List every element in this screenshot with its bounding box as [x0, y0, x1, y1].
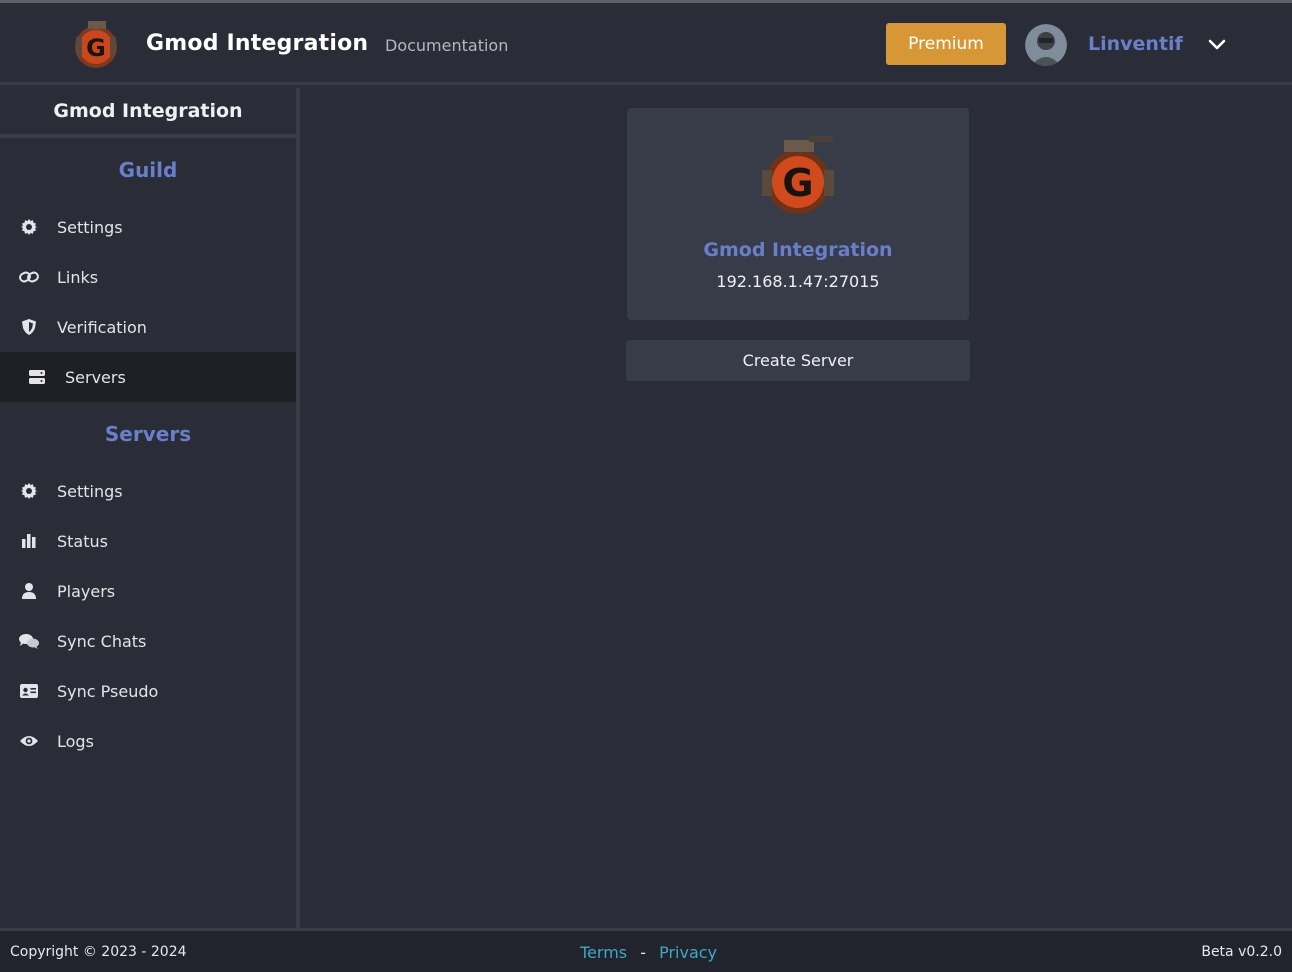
chat-icon	[18, 630, 40, 652]
guild-heading: Guild	[118, 158, 178, 182]
sidebar-item-sync-chats[interactable]: Sync Chats	[0, 616, 296, 666]
server-name: Gmod Integration	[703, 239, 893, 261]
version-label: Beta v0.2.0	[1201, 944, 1282, 960]
bar-chart-icon	[18, 530, 40, 552]
sidebar: Gmod Integration Guild Settings Links Ve…	[0, 88, 300, 928]
sidebar-item-server-settings[interactable]: Settings	[0, 466, 296, 516]
footer-links: Terms - Privacy	[580, 943, 717, 962]
sidebar-item-links[interactable]: Links	[0, 252, 296, 302]
server-icon	[26, 366, 48, 388]
premium-button[interactable]: Premium	[886, 23, 1006, 65]
link-icon	[18, 266, 40, 288]
sidebar-item-label: Servers	[65, 367, 126, 387]
sidebar-item-label: Verification	[57, 317, 147, 337]
server-card[interactable]: G Gmod Integration 192.168.1.47:27015	[627, 108, 969, 320]
terms-link[interactable]: Terms	[580, 943, 627, 962]
svg-text:G: G	[86, 34, 106, 62]
id-card-icon	[18, 680, 40, 702]
privacy-link[interactable]: Privacy	[659, 943, 717, 962]
username-label[interactable]: Linventif	[1088, 33, 1183, 55]
server-logo: G	[762, 136, 834, 214]
gmod-logo[interactable]: G	[68, 17, 124, 71]
sidebar-item-players[interactable]: Players	[0, 566, 296, 616]
servers-heading: Servers	[104, 422, 192, 446]
documentation-link[interactable]: Documentation	[385, 36, 508, 55]
create-server-button[interactable]: Create Server	[626, 340, 970, 381]
brand-title[interactable]: Gmod Integration	[146, 31, 368, 56]
footer: Copyright © 2023 - 2024 Terms - Privacy …	[0, 928, 1292, 972]
eye-icon	[18, 730, 40, 752]
sidebar-item-label: Logs	[57, 731, 94, 751]
sidebar-item-servers[interactable]: Servers	[0, 352, 296, 402]
sidebar-item-label: Settings	[57, 481, 123, 501]
sidebar-item-label: Sync Pseudo	[57, 681, 159, 701]
shield-icon	[18, 316, 40, 338]
sidebar-item-guild-settings[interactable]: Settings	[0, 202, 296, 252]
sidebar-item-label: Players	[57, 581, 116, 601]
sidebar-item-label: Settings	[57, 217, 123, 237]
sidebar-item-sync-pseudo[interactable]: Sync Pseudo	[0, 666, 296, 716]
avatar[interactable]	[1025, 24, 1067, 66]
svg-text:G: G	[782, 161, 813, 205]
sidebar-item-label: Links	[57, 267, 99, 287]
sidebar-title: Gmod Integration	[0, 88, 296, 138]
chevron-down-icon[interactable]	[1207, 35, 1227, 55]
sidebar-item-label: Status	[57, 531, 108, 551]
gear-icon	[18, 216, 40, 238]
footer-separator: -	[640, 943, 646, 962]
sidebar-item-verification[interactable]: Verification	[0, 302, 296, 352]
server-address: 192.168.1.47:27015	[716, 272, 880, 291]
top-navbar: G Gmod Integration Documentation Premium…	[0, 3, 1292, 85]
gear-icon	[18, 480, 40, 502]
user-icon	[18, 580, 40, 602]
sidebar-item-logs[interactable]: Logs	[0, 716, 296, 766]
copyright-text: Copyright © 2023 - 2024	[10, 944, 187, 960]
sidebar-item-status[interactable]: Status	[0, 516, 296, 566]
sidebar-item-label: Sync Chats	[57, 631, 147, 651]
